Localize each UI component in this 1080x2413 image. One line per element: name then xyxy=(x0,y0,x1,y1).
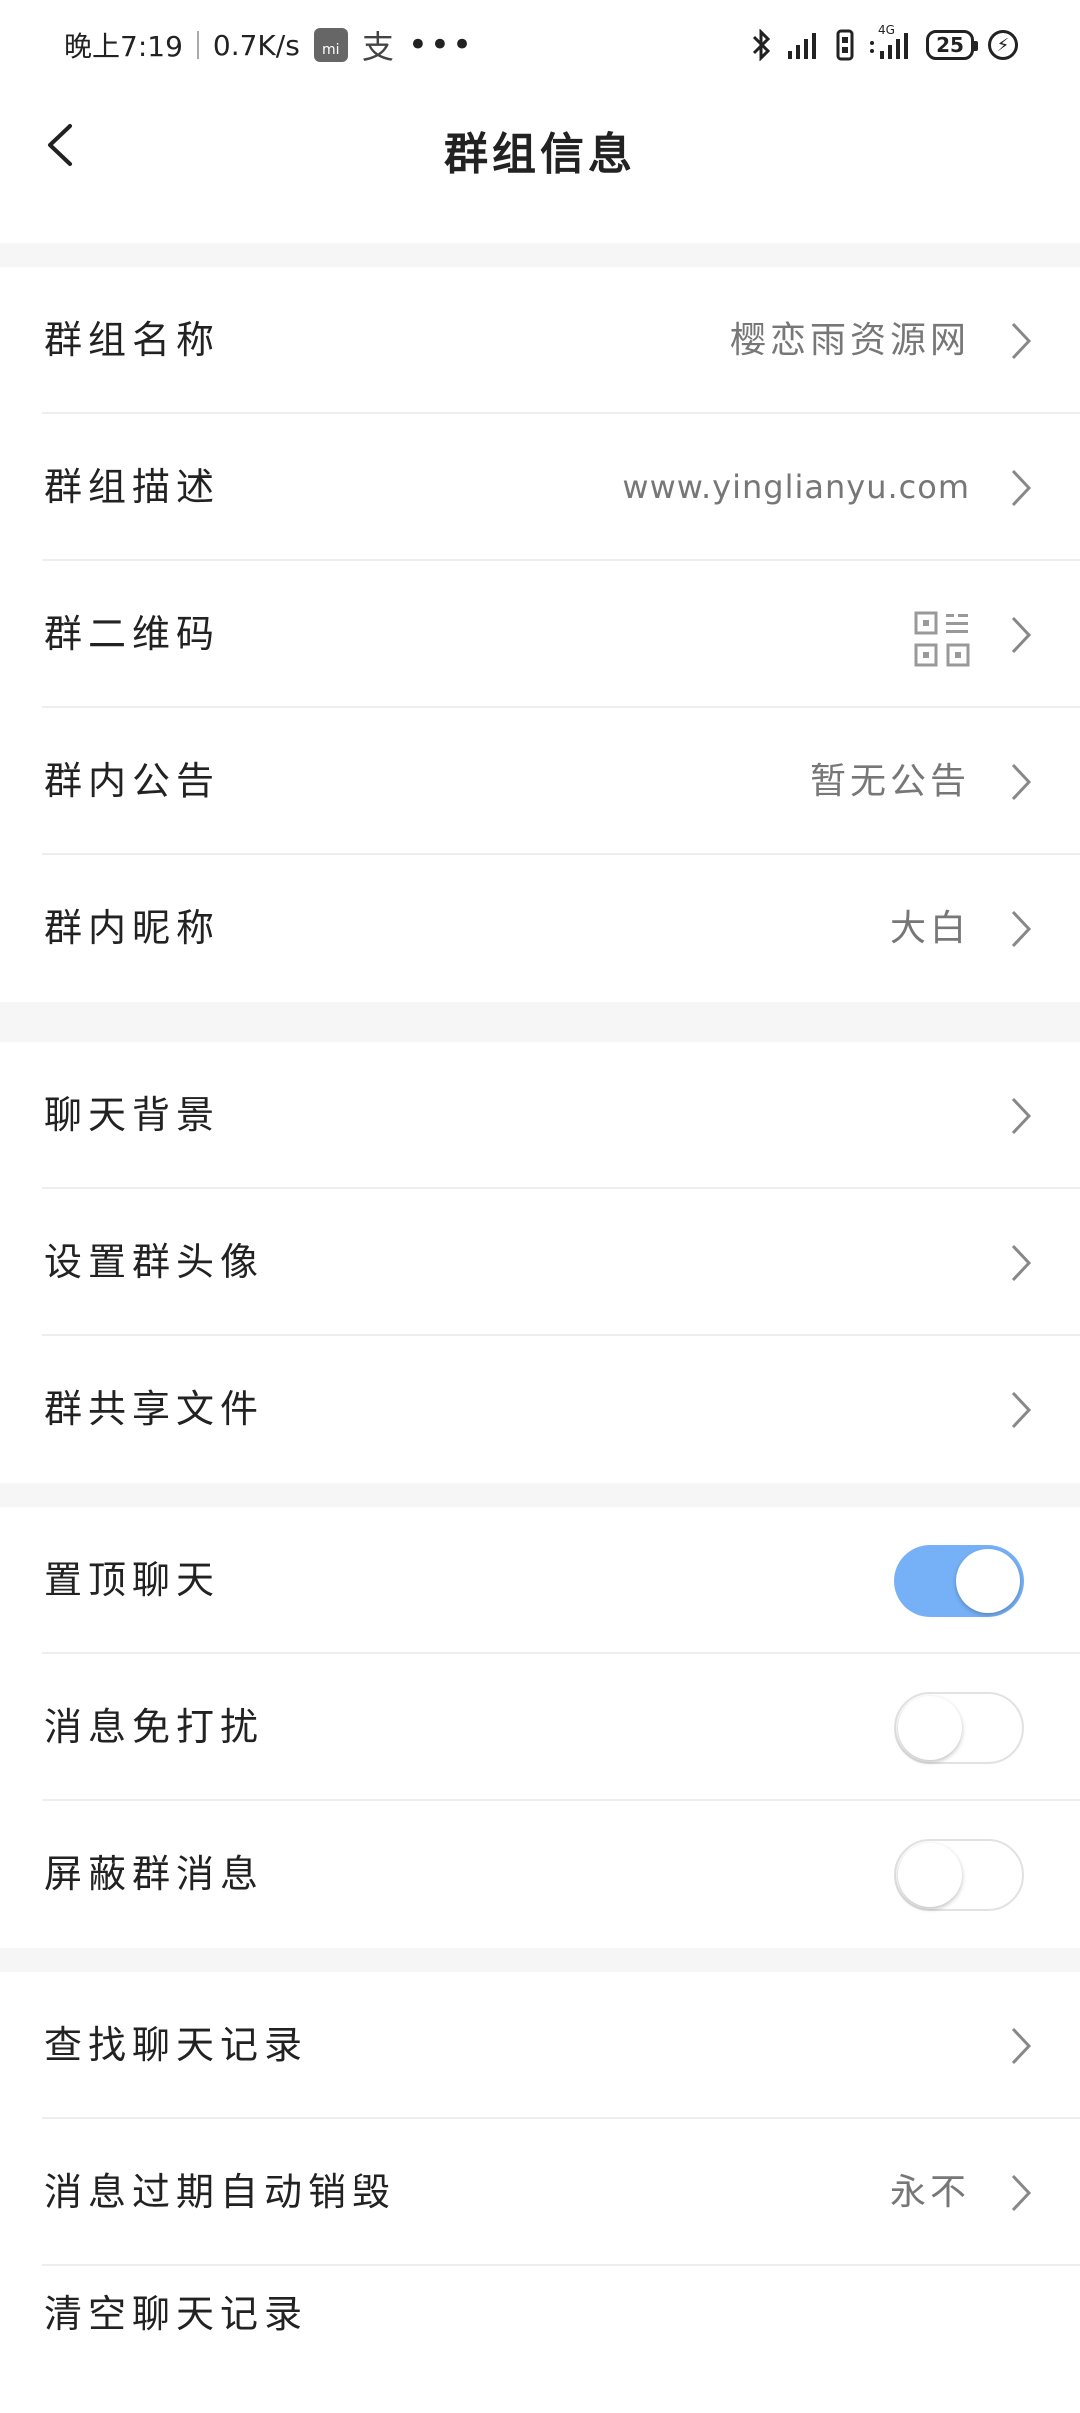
group-name-value: 樱恋雨资源网 xyxy=(729,320,970,361)
signal-4g: 4G xyxy=(868,23,912,61)
row-chat-background[interactable]: 聊天背景 xyxy=(0,1042,1080,1189)
row-label: 置顶聊天 xyxy=(44,1558,221,1602)
status-speed: 0.7K/s xyxy=(212,28,300,62)
status-bar: 晚上7:19 0.7K/s mi 支 ••• 4G 25 ⚡ xyxy=(0,0,1080,90)
row-set-group-avatar[interactable]: 设置群头像 xyxy=(0,1189,1080,1336)
toggle-knob xyxy=(898,1843,962,1907)
battery-level: 25 xyxy=(936,33,964,57)
more-notifications-icon: ••• xyxy=(407,25,474,65)
auto-destroy-value: 永不 xyxy=(889,2172,970,2213)
section-gap xyxy=(0,1002,1080,1042)
chevron-right-icon xyxy=(1011,763,1032,801)
section-gap xyxy=(0,1948,1080,1972)
qr-code-icon xyxy=(914,611,970,667)
chevron-right-icon xyxy=(1011,1244,1032,1282)
row-label: 消息过期自动销毁 xyxy=(44,2170,397,2214)
row-message-auto-destroy[interactable]: 消息过期自动销毁 永不 xyxy=(0,2119,1080,2266)
row-group-description[interactable]: 群组描述 www.yinglianyu.com xyxy=(0,414,1080,561)
status-time: 晚上7:19 xyxy=(64,30,183,63)
signal-4g-icon xyxy=(870,33,908,59)
section-gap xyxy=(0,1483,1080,1507)
row-block-group-messages: 屏蔽群消息 xyxy=(0,1801,1080,1948)
header: 群组信息 xyxy=(0,90,1080,200)
section-gap xyxy=(0,243,1080,267)
row-label: 群共享文件 xyxy=(44,1387,265,1431)
mi-store-icon: mi xyxy=(313,28,348,62)
row-label: 聊天背景 xyxy=(44,1093,221,1137)
chevron-right-icon xyxy=(1011,1097,1032,1135)
row-search-chat-history[interactable]: 查找聊天记录 xyxy=(0,1972,1080,2119)
group-description-value: www.yinglianyu.com xyxy=(622,468,970,506)
row-group-qr-code[interactable]: 群二维码 xyxy=(0,561,1080,708)
chevron-right-icon xyxy=(1011,322,1032,360)
charging-icon: ⚡ xyxy=(988,30,1018,60)
battery-icon: 25 xyxy=(926,30,978,60)
row-label: 群组名称 xyxy=(44,318,221,362)
row-group-name[interactable]: 群组名称 樱恋雨资源网 xyxy=(0,267,1080,414)
chevron-right-icon xyxy=(1011,469,1032,507)
status-left: 晚上7:19 0.7K/s mi 支 ••• xyxy=(64,22,474,68)
chevron-right-icon xyxy=(1011,1391,1032,1429)
status-right: 4G 25 ⚡ xyxy=(750,23,1018,61)
row-group-nickname[interactable]: 群内昵称 大白 xyxy=(0,855,1080,1002)
announcement-value: 暂无公告 xyxy=(809,761,970,802)
row-label: 消息免打扰 xyxy=(44,1705,265,1749)
row-label: 群二维码 xyxy=(44,612,221,656)
bluetooth-icon xyxy=(752,29,771,61)
alipay-icon: 支 xyxy=(361,28,394,66)
chevron-right-icon xyxy=(1011,2174,1032,2212)
chevron-right-icon xyxy=(1011,910,1032,948)
block-messages-toggle[interactable] xyxy=(894,1839,1024,1911)
row-do-not-disturb: 消息免打扰 xyxy=(0,1654,1080,1801)
status-separator xyxy=(196,31,199,59)
row-label: 查找聊天记录 xyxy=(44,2023,309,2067)
chevron-right-icon xyxy=(1011,2027,1032,2065)
row-label: 群组描述 xyxy=(44,465,221,509)
pin-chat-toggle[interactable] xyxy=(894,1545,1024,1617)
do-not-disturb-toggle[interactable] xyxy=(894,1692,1024,1764)
toggle-knob xyxy=(898,1696,962,1760)
toggle-knob xyxy=(956,1549,1020,1613)
row-label: 群内公告 xyxy=(44,759,221,803)
row-group-shared-files[interactable]: 群共享文件 xyxy=(0,1336,1080,1483)
nickname-value: 大白 xyxy=(889,908,970,949)
chevron-right-icon xyxy=(1011,616,1032,654)
row-pin-chat: 置顶聊天 xyxy=(0,1507,1080,1654)
row-label: 屏蔽群消息 xyxy=(44,1852,265,1896)
page-title: 群组信息 xyxy=(444,129,636,180)
row-label: 群内昵称 xyxy=(44,906,221,950)
row-label: 设置群头像 xyxy=(44,1240,265,1284)
hd-icon xyxy=(836,29,854,61)
signal-icon xyxy=(788,33,816,59)
row-group-announcement[interactable]: 群内公告 暂无公告 xyxy=(0,708,1080,855)
